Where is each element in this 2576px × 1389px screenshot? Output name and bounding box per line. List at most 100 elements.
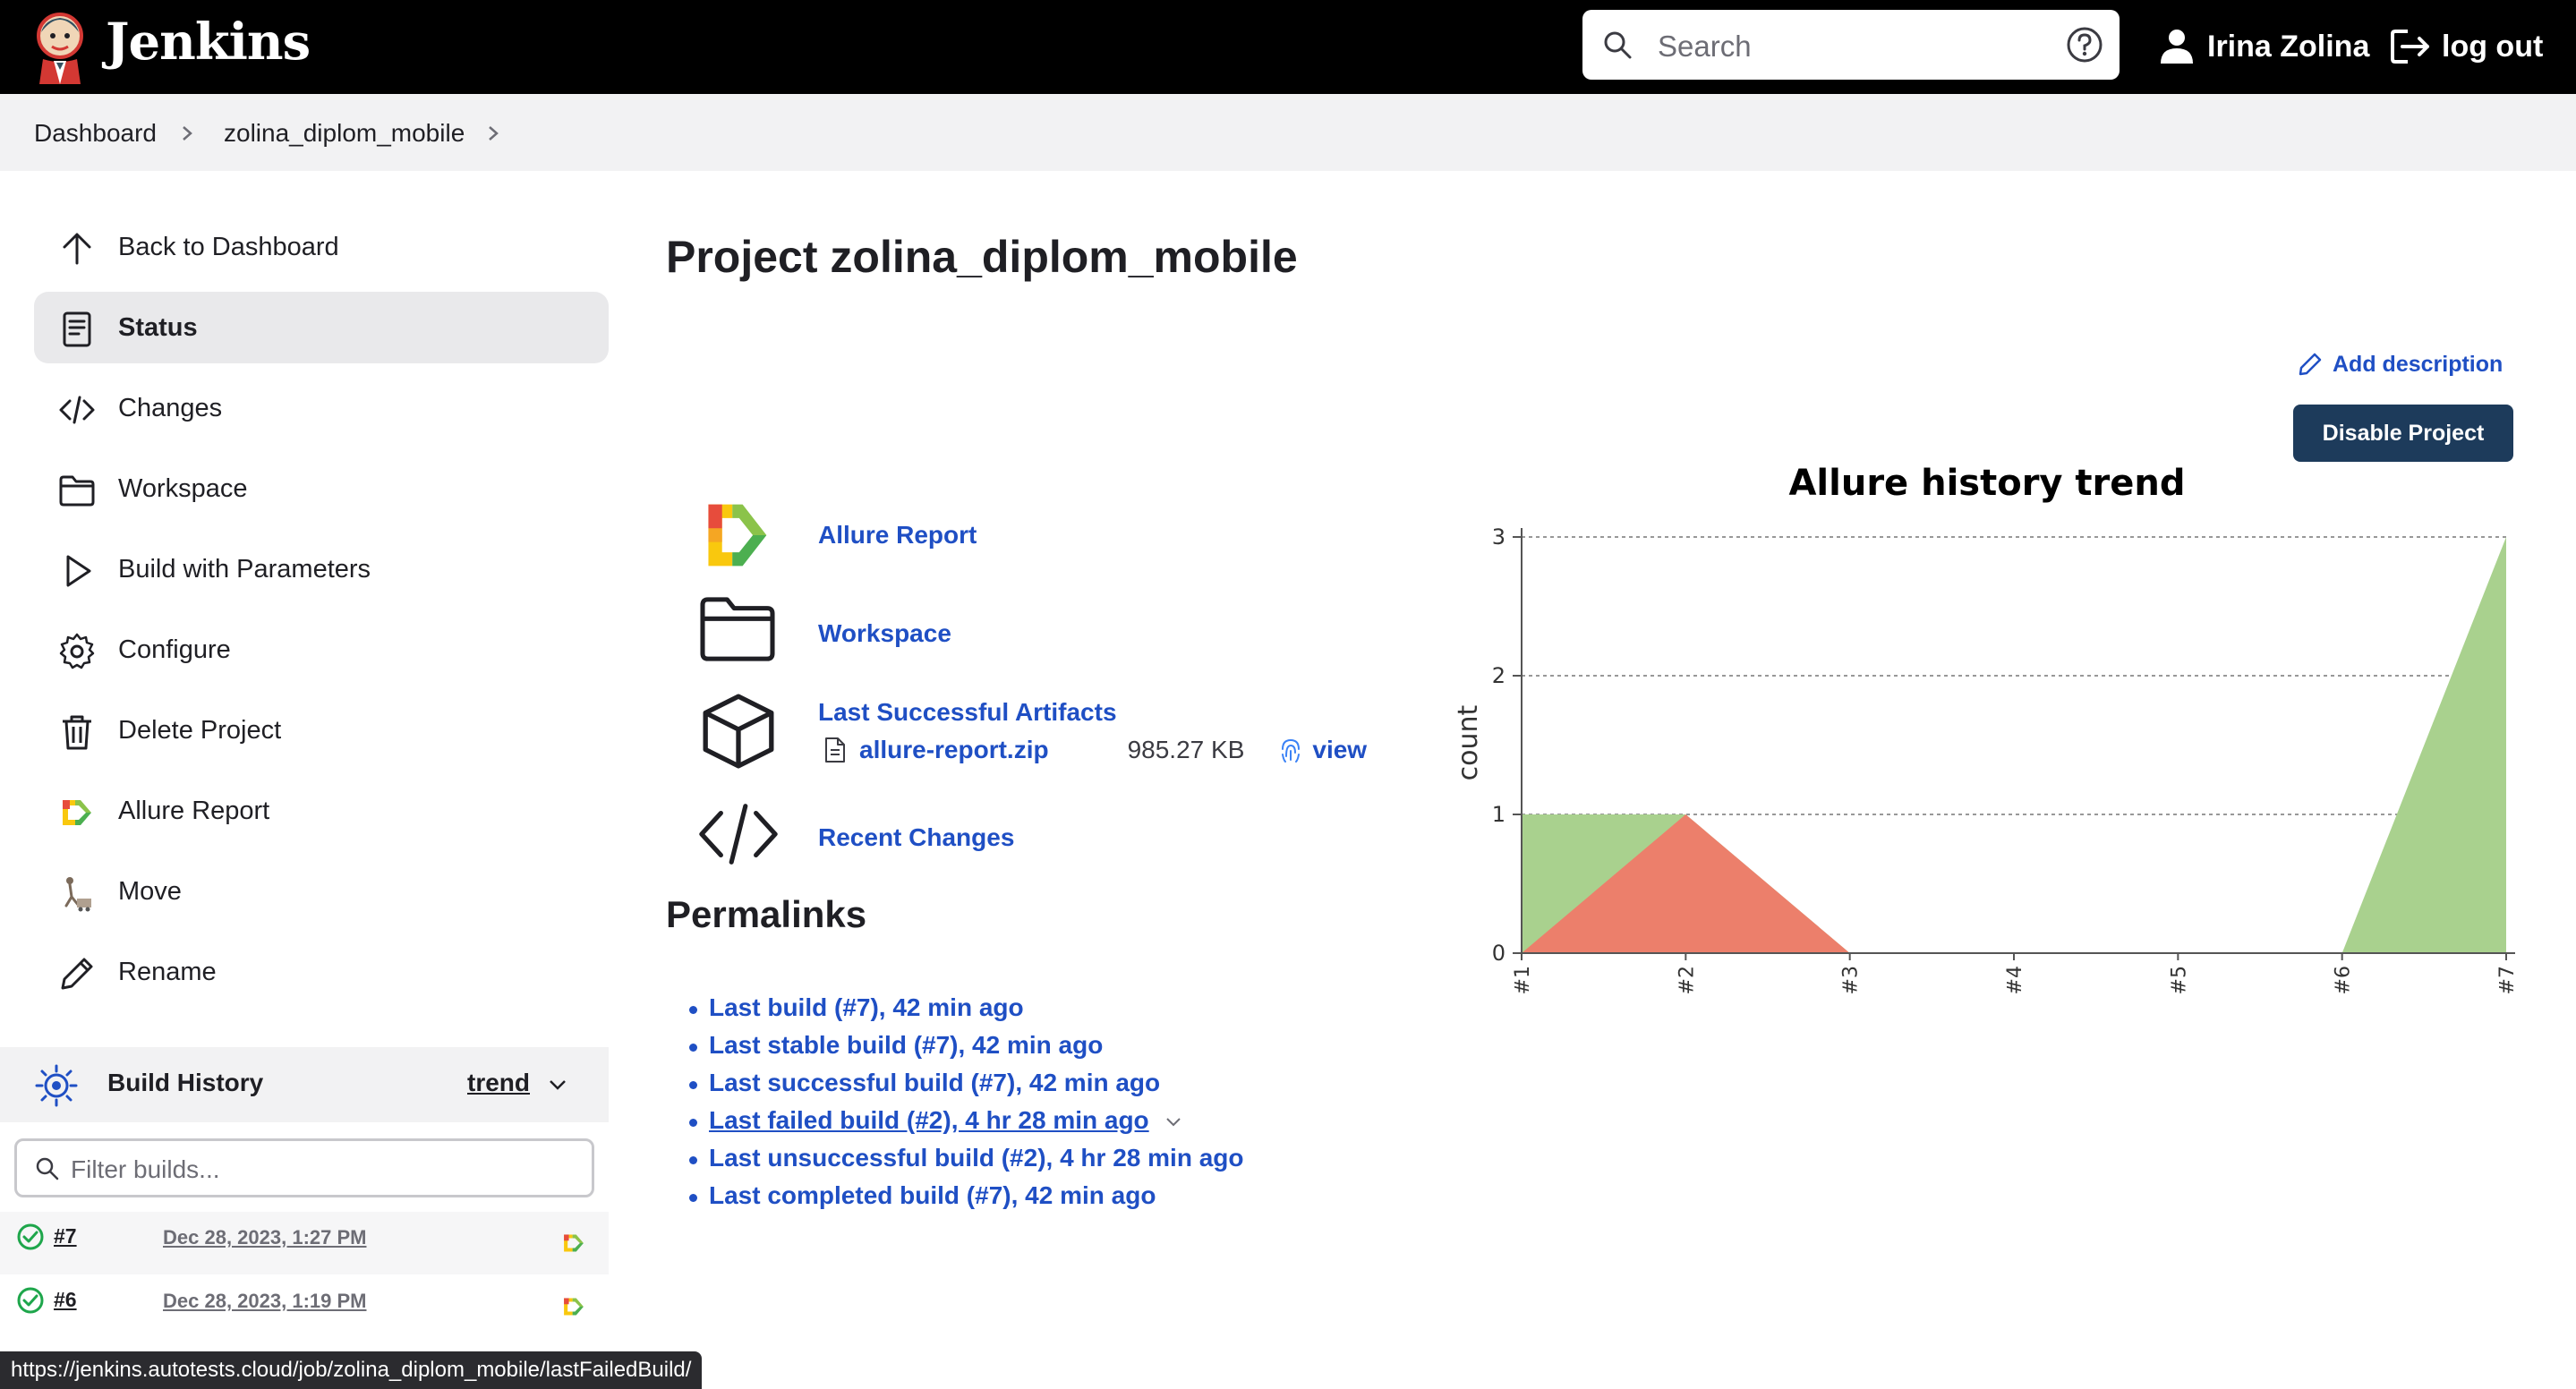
artifact-row: allure-report.zip 985.27 KB view [823,736,1367,764]
add-description-link[interactable]: Add description [2297,351,2503,378]
sidebar-item-label: Build with Parameters [118,554,371,584]
chevron-down-icon[interactable] [1165,1117,1181,1128]
recent-changes-link[interactable]: Recent Changes [818,823,1014,852]
brand-name[interactable]: Jenkins [106,13,311,72]
jenkins-butler-logo[interactable] [30,9,90,84]
sidebar-item-back-to-dashboard[interactable]: Back to Dashboard [34,211,609,283]
success-check-icon [17,1223,44,1250]
y-tick-label: 1 [1492,802,1506,827]
help-circle-icon[interactable] [2066,26,2103,64]
sidebar-item-rename[interactable]: Rename [34,936,609,1008]
sidebar-item-status[interactable]: Status [34,292,609,363]
y-tick-label: 0 [1492,941,1506,966]
sidebar-item-move[interactable]: Move [34,856,609,927]
sidebar-item-label: Configure [118,635,231,664]
y-tick-label: 3 [1492,524,1506,550]
play-icon [66,555,91,587]
sidebar-item-configure[interactable]: Configure [34,614,609,686]
permalink-last-successful-build[interactable]: Last successful build (#7), 42 min ago [709,1069,1160,1096]
last-successful-artifacts-link[interactable]: Last Successful Artifacts [818,698,1117,727]
build-number-link[interactable]: #6 [54,1288,77,1312]
sidebar-item-allure-report[interactable]: Allure Report [34,775,609,847]
permalink-last-build[interactable]: Last build (#7), 42 min ago [709,993,1024,1021]
success-check-icon [17,1287,44,1314]
gear-icon [59,633,95,669]
y-tick-label: 2 [1492,663,1506,688]
build-row[interactable]: #7 Dec 28, 2023, 1:27 PM [0,1212,609,1274]
folder-icon [700,597,775,661]
pencil-icon [2299,353,2322,376]
folder-icon [59,475,95,507]
page-title: Project zolina_diplom_mobile [666,232,1298,282]
sidebar-nav: Back to Dashboard Status Changes Workspa… [34,211,609,1017]
permalink-item[interactable]: Last build (#7), 42 min ago [688,993,1243,1031]
artifact-file-link[interactable]: allure-report.zip [859,736,1049,764]
permalink-item[interactable]: Last failed build (#2), 4 hr 28 min ago [688,1106,1243,1144]
code-icon [59,396,95,424]
x-tick-label: #5 [2168,966,2190,994]
sidebar-item-label: Workspace [118,473,248,503]
search-box[interactable]: Search [1582,10,2120,80]
status-bar-url: https://jenkins.autotests.cloud/job/zoli… [0,1351,703,1389]
breadcrumb: Dashboard zolina_diplom_mobile [0,94,2576,171]
add-description-label[interactable]: Add description [2333,352,2503,378]
trash-icon [63,715,91,750]
chevron-right-icon[interactable] [487,124,499,142]
user-name[interactable]: Irina Zolina [2207,30,2369,64]
build-row[interactable]: #6 Dec 28, 2023, 1:19 PM [0,1275,609,1338]
sidebar-item-label: Rename [118,957,217,986]
logout-label[interactable]: log out [2442,30,2543,64]
trend-link[interactable]: trend [467,1069,530,1097]
code-icon [699,804,778,865]
top-header: Jenkins Search Irina Zolina log out [0,0,2576,94]
permalink-last-completed-build[interactable]: Last completed build (#7), 42 min ago [709,1181,1156,1209]
permalink-last-failed-build[interactable]: Last failed build (#2), 4 hr 28 min ago [709,1106,1149,1134]
search-input[interactable]: Search [1658,30,1752,64]
filter-builds-placeholder: Filter builds... [71,1155,220,1183]
arrow-up-icon [63,233,91,265]
workspace-link[interactable]: Workspace [818,619,951,648]
sidebar-item-build-with-parameters[interactable]: Build with Parameters [34,533,609,605]
sidebar-item-delete-project[interactable]: Delete Project [34,694,609,766]
allure-icon[interactable] [560,1230,587,1257]
chart-title: Allure history trend [1788,463,2185,504]
allure-icon[interactable] [560,1293,587,1320]
series-area-passed [2341,537,2506,953]
sidebar-item-workspace[interactable]: Workspace [34,453,609,524]
allure-icon [63,800,91,825]
fingerprint-icon[interactable] [1278,737,1303,763]
sidebar-item-label: Status [118,312,198,342]
permalink-last-unsuccessful-build[interactable]: Last unsuccessful build (#2), 4 hr 28 mi… [709,1144,1243,1172]
allure-icon [708,504,767,567]
y-axis-label: count [1453,704,1484,780]
filter-builds-input[interactable]: Filter builds... [14,1138,594,1197]
breadcrumb-dashboard[interactable]: Dashboard [34,119,157,148]
sidebar-item-label: Move [118,876,182,906]
allure-report-link[interactable]: Allure Report [818,521,977,550]
permalink-item[interactable]: Last completed build (#7), 42 min ago [688,1181,1243,1219]
logout-icon [2391,30,2429,64]
x-tick-label: #2 [1676,966,1698,994]
breadcrumb-project[interactable]: zolina_diplom_mobile [224,119,465,148]
build-date-link[interactable]: Dec 28, 2023, 1:27 PM [163,1226,366,1249]
sidebar-item-changes[interactable]: Changes [34,372,609,444]
x-tick-label: #7 [2496,966,2519,994]
build-number-link[interactable]: #7 [54,1224,77,1248]
build-history-header: Build History trend [0,1047,609,1122]
chevron-right-icon[interactable] [181,124,193,142]
build-date-link[interactable]: Dec 28, 2023, 1:19 PM [163,1290,366,1313]
document-icon [63,311,91,347]
sidebar-item-label: Changes [118,393,223,422]
permalink-item[interactable]: Last stable build (#7), 42 min ago [688,1031,1243,1069]
permalink-item[interactable]: Last successful build (#7), 42 min ago [688,1069,1243,1106]
logout-link[interactable]: log out [2390,21,2543,72]
package-icon [703,694,774,769]
permalink-last-stable-build[interactable]: Last stable build (#7), 42 min ago [709,1031,1103,1059]
chevron-down-icon[interactable] [548,1078,567,1092]
build-history-title: Build History [107,1069,264,1096]
artifact-view-link[interactable]: view [1312,736,1367,764]
permalinks-list: Last build (#7), 42 min ago Last stable … [688,993,1243,1219]
user-menu[interactable]: Irina Zolina [2159,21,2369,72]
permalink-item[interactable]: Last unsuccessful build (#2), 4 hr 28 mi… [688,1144,1243,1181]
allure-history-trend-chart: Allure history trend 0 1 2 3 #1 #2 #3 #4 #5 #6 #7 co… [1453,463,2519,994]
